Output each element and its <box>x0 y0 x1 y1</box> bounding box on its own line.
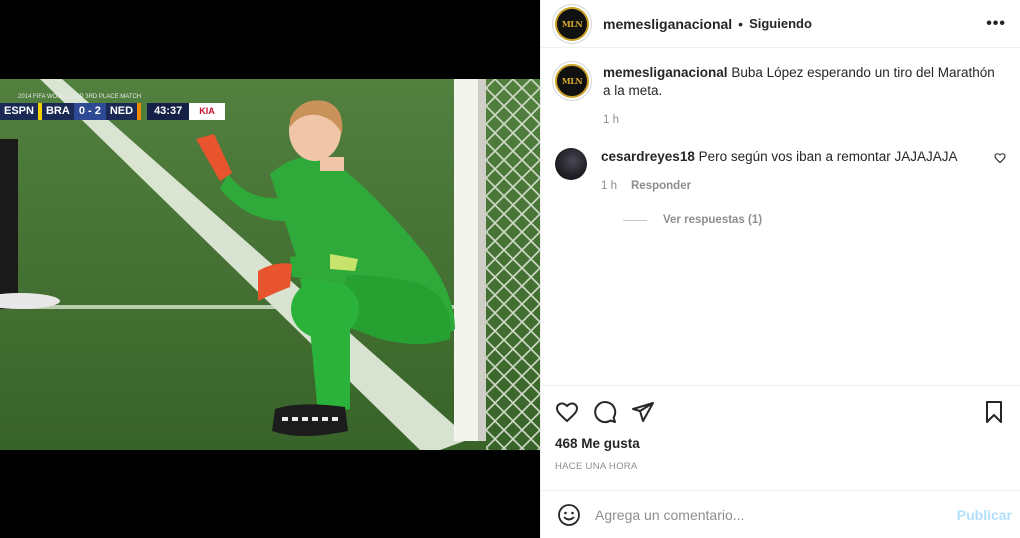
team-away: NED <box>105 103 142 120</box>
emoji-icon[interactable] <box>557 503 581 527</box>
following-button[interactable]: Siguiendo <box>749 16 812 31</box>
replies-line <box>623 219 647 221</box>
comment-like-icon[interactable] <box>994 152 1006 164</box>
author-username[interactable]: memesliganacional <box>603 16 732 32</box>
more-options-icon[interactable]: ••• <box>986 15 1006 33</box>
caption-meta: 1 h <box>603 114 1006 126</box>
team-home: BRA <box>37 103 74 120</box>
post-side-panel: MLN memesliganacional • Siguiendo ••• ML… <box>540 0 1020 538</box>
post-media[interactable]: 2014 FIFA WORLD CUP 3RD PLACE MATCH ESPN… <box>0 0 540 538</box>
add-comment-bar: Publicar <box>541 490 1020 538</box>
comments-section: MLN memesliganacional Buba López esperan… <box>541 48 1020 385</box>
save-bookmark-icon[interactable] <box>982 400 1006 424</box>
view-replies-button[interactable]: Ver respuestas (1) <box>623 214 1006 226</box>
comment-time[interactable]: 1 h <box>601 180 617 192</box>
comment-text: cesardreyes18 Pero según vos iban a remo… <box>601 148 984 166</box>
reply-button[interactable]: Responder <box>631 180 691 192</box>
commenter-username[interactable]: cesardreyes18 <box>601 149 695 164</box>
post-modal: 2014 FIFA WORLD CUP 3RD PLACE MATCH ESPN… <box>0 0 1020 538</box>
commenter-avatar[interactable] <box>555 148 587 180</box>
sponsor-logo: KIA <box>189 103 225 120</box>
caption-text: memesliganacional Buba López esperando u… <box>603 64 1006 100</box>
avatar-logo-text: MLN <box>561 76 583 86</box>
match-clock: 43:37 <box>147 103 190 120</box>
avatar-logo-text: MLN <box>561 18 583 29</box>
comment-input[interactable] <box>595 506 957 523</box>
scoreboard: 2014 FIFA WORLD CUP 3RD PLACE MATCH ESPN… <box>0 94 225 120</box>
comment-item: cesardreyes18 Pero según vos iban a remo… <box>555 148 1006 192</box>
comment-body: Pero según vos iban a remontar JAJAJAJA <box>698 149 958 164</box>
post-timestamp[interactable]: HACE UNA HORA <box>555 461 1006 472</box>
caption: MLN memesliganacional Buba López esperan… <box>555 64 1006 126</box>
caption-author-avatar[interactable]: MLN <box>555 64 589 98</box>
like-heart-icon[interactable] <box>555 400 579 424</box>
action-icons <box>555 398 1006 426</box>
likes-count[interactable]: 468 Me gusta <box>555 436 1006 451</box>
channel-logo: ESPN <box>0 103 38 120</box>
post-photo: 2014 FIFA WORLD CUP 3RD PLACE MATCH ESPN… <box>0 79 540 450</box>
author-avatar[interactable]: MLN <box>555 6 589 41</box>
comment-meta: 1 h Responder <box>601 180 984 192</box>
scoreboard-title: 2014 FIFA WORLD CUP 3RD PLACE MATCH <box>18 94 142 100</box>
caption-time[interactable]: 1 h <box>603 114 619 126</box>
caption-username[interactable]: memesliganacional <box>603 65 728 80</box>
comment-bubble-icon[interactable] <box>593 400 617 424</box>
view-replies-label: Ver respuestas (1) <box>663 214 763 226</box>
score: 0 - 2 <box>73 103 106 120</box>
goalkeeper-photo <box>0 79 540 450</box>
share-paper-plane-icon[interactable] <box>631 400 655 424</box>
separator-dot: • <box>738 15 744 32</box>
publish-button[interactable]: Publicar <box>957 507 1012 523</box>
post-actions: 468 Me gusta HACE UNA HORA <box>541 385 1020 472</box>
post-header: MLN memesliganacional • Siguiendo ••• <box>541 0 1020 48</box>
